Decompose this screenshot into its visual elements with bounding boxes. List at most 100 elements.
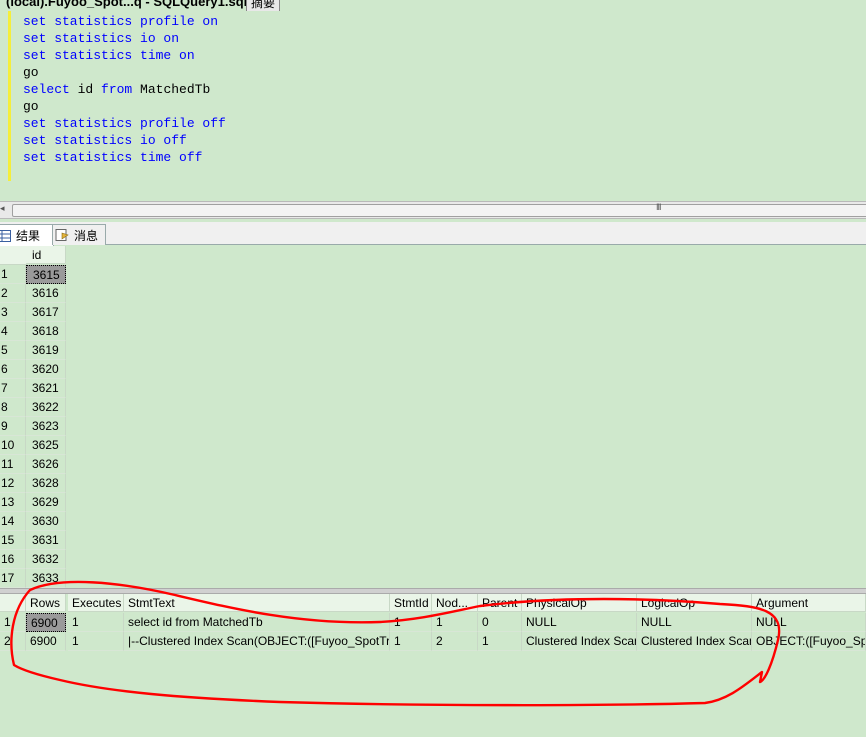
tab-results[interactable]: 结果 [0, 224, 54, 246]
table-row[interactable]: 4 3618 [0, 322, 66, 341]
row-header-corner[interactable] [0, 594, 26, 612]
row-number[interactable]: 2 [0, 632, 26, 651]
table-row[interactable]: 9 3623 [0, 417, 66, 436]
cell-id[interactable]: 3623 [26, 417, 66, 436]
row-number[interactable]: 4 [0, 322, 26, 341]
sql-editor[interactable]: set statistics profile on set statistics … [0, 11, 866, 201]
column-header[interactable]: PhysicalOp [522, 594, 637, 612]
table-cell[interactable]: 0 [478, 613, 522, 632]
cell-id[interactable]: 3629 [26, 493, 66, 512]
row-number[interactable]: 13 [0, 493, 26, 512]
row-number[interactable]: 15 [0, 531, 26, 550]
table-cell[interactable]: 1 [432, 613, 478, 632]
table-row[interactable]: 13 3629 [0, 493, 66, 512]
table-cell[interactable]: NULL [752, 613, 866, 632]
table-cell[interactable]: NULL [637, 613, 752, 632]
table-cell[interactable]: select id from MatchedTb [124, 613, 390, 632]
row-header-corner[interactable] [0, 246, 27, 265]
code-line[interactable]: set statistics time off [23, 149, 226, 166]
cell-id[interactable]: 3633 [26, 569, 66, 588]
table-cell[interactable]: 1 [68, 632, 124, 651]
column-header[interactable]: Nod... [432, 594, 478, 612]
column-header[interactable]: StmtId [390, 594, 432, 612]
column-header[interactable]: LogicalOp [637, 594, 752, 612]
row-number[interactable]: 6 [0, 360, 26, 379]
query-tab[interactable]: (local).Fuyoo_Spot...q - SQLQuery1.sql* [0, 0, 259, 11]
code-line[interactable]: set statistics io on [23, 30, 226, 47]
table-row[interactable]: 12 3628 [0, 474, 66, 493]
cell-id[interactable]: 3615 [26, 265, 66, 284]
row-number[interactable]: 5 [0, 341, 26, 360]
table-cell[interactable]: 1 [390, 613, 432, 632]
table-cell[interactable]: 1 [68, 613, 124, 632]
table-cell[interactable]: 2 [432, 632, 478, 651]
row-number[interactable]: 17 [0, 569, 26, 588]
table-row[interactable]: 10 3625 [0, 436, 66, 455]
code-line[interactable]: set statistics profile on [23, 13, 226, 30]
tab-messages[interactable]: 消息 [52, 224, 106, 245]
code-line[interactable]: set statistics io off [23, 132, 226, 149]
row-number[interactable]: 11 [0, 455, 26, 474]
row-number[interactable]: 12 [0, 474, 26, 493]
table-row[interactable]: 3 3617 [0, 303, 66, 322]
cell-id[interactable]: 3625 [26, 436, 66, 455]
cell-id[interactable]: 3628 [26, 474, 66, 493]
table-row[interactable]: 16 3632 [0, 550, 66, 569]
cell-id[interactable]: 3631 [26, 531, 66, 550]
cell-id[interactable]: 3616 [26, 284, 66, 303]
table-row[interactable]: 15 3631 [0, 531, 66, 550]
row-number[interactable]: 3 [0, 303, 26, 322]
row-number[interactable]: 9 [0, 417, 26, 436]
cell-id[interactable]: 3632 [26, 550, 66, 569]
table-row[interactable]: 8 3622 [0, 398, 66, 417]
row-number[interactable]: 10 [0, 436, 26, 455]
table-cell[interactable]: Clustered Index Scan [522, 632, 637, 651]
cell-id[interactable]: 3626 [26, 455, 66, 474]
table-row[interactable]: 1 3615 [0, 265, 66, 284]
code-area[interactable]: set statistics profile on set statistics … [23, 13, 226, 166]
cell-id[interactable]: 3619 [26, 341, 66, 360]
row-number[interactable]: 8 [0, 398, 26, 417]
table-cell[interactable]: 6900 [26, 613, 66, 632]
results-grid-ids[interactable]: id 1 3615 2 3616 3 3617 4 3618 5 3619 6 3620 7 3621 8 3… [0, 246, 866, 588]
code-line[interactable]: set statistics profile off [23, 115, 226, 132]
results-grid-statistics-profile[interactable]: Rows Executes StmtText StmtId Nod... Parent Ph… [0, 594, 866, 737]
cell-id[interactable]: 3617 [26, 303, 66, 322]
cell-id[interactable]: 3618 [26, 322, 66, 341]
table-row[interactable]: 5 3619 [0, 341, 66, 360]
table-cell[interactable]: 1 [478, 632, 522, 651]
cell-id[interactable]: 3620 [26, 360, 66, 379]
table-cell[interactable]: |--Clustered Index Scan(OBJECT:([Fuyoo_S… [124, 632, 390, 651]
row-number[interactable]: 1 [0, 613, 26, 632]
code-line[interactable]: set statistics time on [23, 47, 226, 64]
cell-id[interactable]: 3630 [26, 512, 66, 531]
column-header[interactable]: Parent [478, 594, 522, 612]
code-line[interactable]: go [23, 64, 226, 81]
column-header[interactable]: Executes [68, 594, 124, 612]
table-cell[interactable]: 6900 [26, 632, 66, 651]
table-row[interactable]: 17 3633 [0, 569, 66, 588]
scroll-left-arrow-icon[interactable]: ◂ [0, 203, 5, 214]
table-cell[interactable]: 1 [390, 632, 432, 651]
cell-id[interactable]: 3621 [26, 379, 66, 398]
row-number[interactable]: 14 [0, 512, 26, 531]
table-row[interactable]: 11 3626 [0, 455, 66, 474]
table-row[interactable]: 2 3616 [0, 284, 66, 303]
column-header[interactable]: StmtText [124, 594, 390, 612]
table-cell[interactable]: Clustered Index Scan [637, 632, 752, 651]
row-number[interactable]: 2 [0, 284, 26, 303]
code-line[interactable]: select id from MatchedTb [23, 81, 226, 98]
row-number[interactable]: 1 [0, 265, 26, 284]
column-header[interactable]: Rows [26, 594, 66, 612]
cell-id[interactable]: 3622 [26, 398, 66, 417]
row-number[interactable]: 7 [0, 379, 26, 398]
table-cell[interactable]: OBJECT:([Fuyoo_SpotT [752, 632, 866, 651]
column-header-id[interactable]: id [26, 246, 66, 264]
table-row[interactable]: 14 3630 [0, 512, 66, 531]
row-number[interactable]: 16 [0, 550, 26, 569]
editor-horizontal-scrollbar[interactable]: ◂ III [0, 201, 866, 219]
table-cell[interactable]: NULL [522, 613, 637, 632]
code-line[interactable]: go [23, 98, 226, 115]
table-row[interactable]: 6 3620 [0, 360, 66, 379]
column-header[interactable]: Argument [752, 594, 866, 612]
